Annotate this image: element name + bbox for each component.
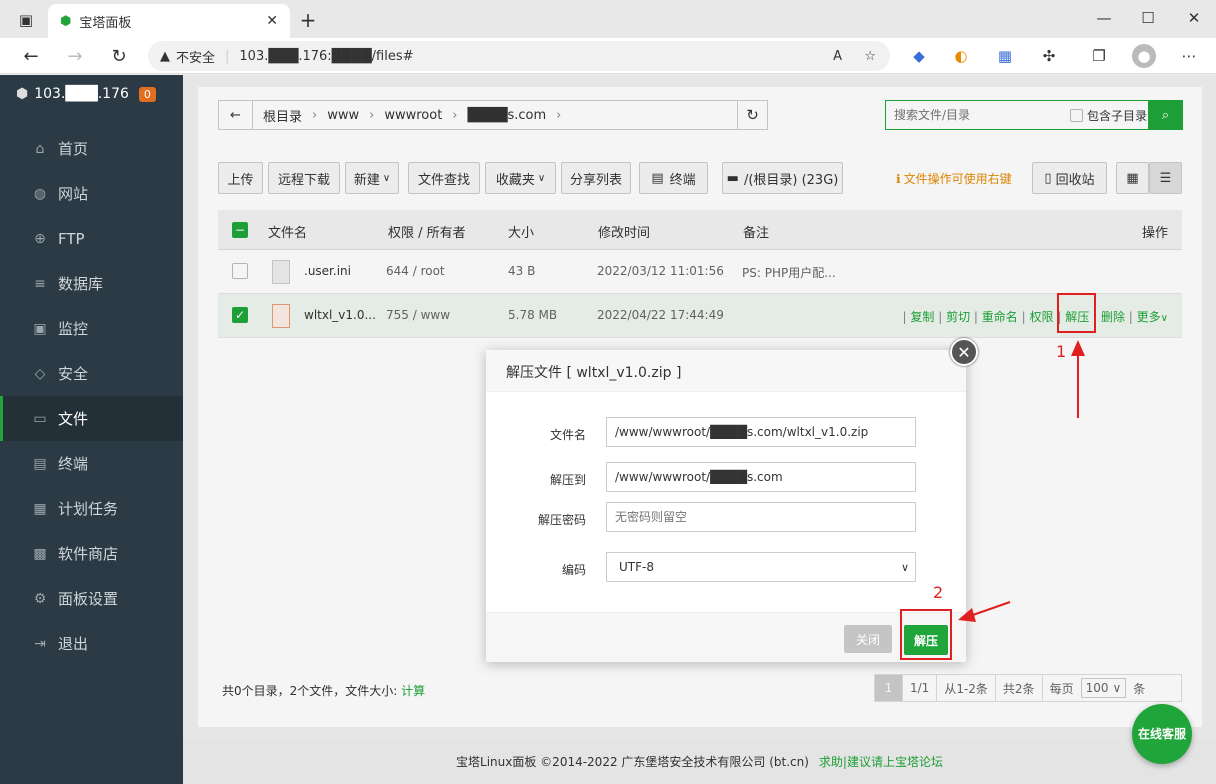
sidebar-item-gear[interactable]: ⚙ 面板设置 — [0, 576, 183, 621]
tab-actions-icon[interactable]: ▣ — [16, 10, 36, 30]
sidebar-item-label: 软件商店 — [58, 545, 119, 563]
more-menu-icon[interactable]: ⋯ — [1178, 45, 1200, 67]
extension-3-icon[interactable]: ▦ — [994, 45, 1016, 67]
highlight-box-extract-link — [1057, 293, 1096, 333]
globe-icon: ◍ — [33, 185, 47, 202]
terminal-icon: ▤ — [33, 455, 47, 472]
sidebar-item-label: 网站 — [58, 185, 89, 203]
logout-icon: ⇥ — [34, 635, 46, 652]
url-divider: | — [225, 48, 230, 64]
sidebar-item-apps[interactable]: ▩ 软件商店 — [0, 531, 183, 576]
annotation-label-2: 2 — [933, 583, 944, 602]
maximize-icon[interactable]: ☐ — [1138, 8, 1158, 28]
monitor-icon: ▣ — [33, 320, 47, 337]
minimize-icon[interactable]: — — [1094, 8, 1114, 28]
address-bar[interactable]: ▲ 不安全 | 103.███.176:████/files# A ☆ — [148, 41, 890, 71]
sidebar-item-terminal[interactable]: ▤ 终端 — [0, 441, 183, 486]
sidebar-item-label: 终端 — [58, 455, 89, 473]
reload-icon[interactable]: ↻ — [108, 45, 130, 67]
folder-icon: ▭ — [33, 410, 47, 427]
sidebar-item-label: 文件 — [58, 410, 89, 428]
back-icon[interactable]: ← — [20, 45, 42, 67]
arrow-left-icon — [958, 601, 1011, 622]
sidebar-item-logout[interactable]: ⇥ 退出 — [0, 621, 183, 666]
profile-avatar[interactable]: ● — [1132, 44, 1156, 68]
sidebar-item-shield[interactable]: ◇ 安全 — [0, 351, 183, 396]
ftp-icon: ⊕ — [34, 230, 46, 247]
sidebar-item-label: 监控 — [58, 320, 89, 338]
sidebar-item-home[interactable]: ⌂ 首页 — [0, 126, 183, 171]
apps-icon: ▩ — [33, 545, 47, 562]
close-button[interactable]: 关闭 — [844, 625, 892, 653]
annotation-label-1: 1 — [1056, 342, 1067, 361]
highlight-box-extract-button — [900, 609, 952, 660]
arrow-up-icon — [1071, 340, 1085, 418]
sidebar-item-database[interactable]: ≡ 数据库 — [0, 261, 183, 306]
server-header: ⬢ 103.███.176 0 — [16, 86, 156, 102]
dialog-close-icon[interactable]: ✕ — [950, 338, 978, 366]
sidebar-item-monitor[interactable]: ▣ 监控 — [0, 306, 183, 351]
close-tab-icon[interactable]: ✕ — [266, 13, 278, 29]
browser-tab[interactable]: ⬢ 宝塔面板 ✕ — [48, 4, 290, 38]
sidebar-item-ftp[interactable]: ⊕ FTP — [0, 216, 183, 261]
security-label: 不安全 — [176, 50, 216, 66]
alert-badge[interactable]: 0 — [138, 86, 156, 102]
encoding-label: 编码 — [561, 563, 586, 577]
url-text: 103.███.176:████/files# — [239, 48, 414, 64]
warning-icon: ▲ — [160, 48, 170, 64]
sidebar-item-label: FTP — [58, 229, 85, 248]
sidebar-item-folder[interactable]: ▭ 文件 — [0, 396, 183, 441]
sidebar-item-label: 计划任务 — [58, 500, 119, 518]
sidebar-item-label: 首页 — [58, 140, 89, 158]
extension-2-icon[interactable]: ◐ — [950, 45, 972, 67]
chevron-down-icon: ∨ — [900, 560, 909, 574]
sidebar-item-label: 退出 — [58, 635, 89, 653]
sidebar-item-calendar[interactable]: ▦ 计划任务 — [0, 486, 183, 531]
sidebar-item-label: 数据库 — [58, 275, 104, 293]
read-aloud-icon[interactable]: A — [833, 49, 842, 64]
filename-field[interactable]: /www/wwwroot/████s.com/wltxl_v1.0.zip — [606, 417, 916, 447]
home-icon: ⌂ — [35, 140, 45, 157]
encoding-select[interactable]: UTF-8 ∨ — [606, 552, 916, 582]
extensions-icon[interactable]: ✣ — [1038, 45, 1060, 67]
sidebar-item-globe[interactable]: ◍ 网站 — [0, 171, 183, 216]
forward-icon[interactable]: → — [64, 45, 86, 67]
encoding-value: UTF-8 — [619, 560, 654, 574]
bt-favicon-icon: ⬢ — [60, 13, 72, 29]
filename-label: 文件名 — [549, 428, 586, 442]
dialog-title: 解压文件 [ wltxl_v1.0.zip ] — [486, 350, 966, 392]
new-tab-icon[interactable]: + — [296, 8, 320, 32]
extension-1-icon[interactable]: ◆ — [908, 45, 930, 67]
online-support-button[interactable]: 在线客服 — [1132, 704, 1192, 764]
tab-title: 宝塔面板 — [79, 15, 132, 31]
sidebar-item-label: 面板设置 — [58, 590, 119, 608]
server-ip: 103.███.176 — [34, 86, 129, 102]
calendar-icon: ▦ — [33, 500, 47, 517]
gear-icon: ⚙ — [33, 590, 47, 607]
favorite-star-icon[interactable]: ☆ — [864, 49, 876, 64]
dialog-footer: 关闭 解压 — [486, 612, 966, 662]
database-icon: ≡ — [34, 275, 46, 292]
password-label: 解压密码 — [537, 513, 586, 527]
collections-icon[interactable]: ❐ — [1088, 45, 1110, 67]
dest-label: 解压到 — [549, 473, 586, 487]
extract-dialog: 解压文件 [ wltxl_v1.0.zip ] 文件名 /www/wwwroot… — [486, 350, 966, 662]
bt-logo-icon: ⬢ — [16, 86, 29, 102]
sidebar-item-label: 安全 — [58, 365, 89, 383]
window-close-icon[interactable]: ✕ — [1184, 8, 1204, 28]
password-input[interactable] — [606, 502, 916, 532]
shield-icon: ◇ — [34, 365, 46, 382]
dest-field[interactable]: /www/wwwroot/████s.com — [606, 462, 916, 492]
